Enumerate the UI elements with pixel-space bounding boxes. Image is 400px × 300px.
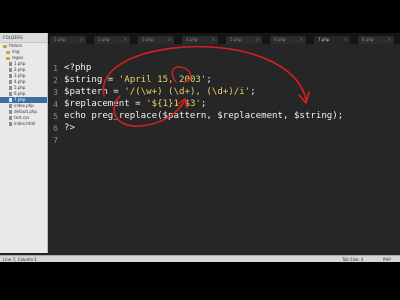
code-token: $pattern: [64, 87, 108, 97]
close-icon[interactable]: ×: [344, 36, 347, 44]
letterbox-bottom: [0, 262, 400, 300]
tree-item-label: index.php: [14, 103, 34, 108]
editor-tab[interactable]: 2.php ×: [94, 36, 130, 44]
folder-icon: [3, 44, 7, 48]
editor-tab[interactable]: 5.php ×: [226, 36, 262, 44]
close-icon[interactable]: ×: [80, 36, 83, 44]
line-number: 6: [53, 124, 58, 133]
file-icon: [9, 92, 12, 96]
tab-label: 3.php: [142, 37, 154, 42]
tree-item-label: htdocs: [9, 43, 23, 48]
code-token: $replacement: [64, 99, 130, 109]
tree-item-label: img: [12, 49, 20, 54]
file-icon: [9, 80, 12, 84]
tab-label: 5.php: [230, 37, 242, 42]
editor-tab[interactable]: 4.php ×: [182, 36, 218, 44]
file-icon: [9, 86, 12, 90]
code-editor[interactable]: 1 2 3 4 5 6 7 <?php $string = 'April 15, 2003';…: [48, 44, 400, 254]
file-icon: [9, 104, 12, 108]
video-frame: FOLDERS htdocs img regex 1.php 2.php 3.php 4.p…: [0, 0, 400, 300]
tree-item-label: 7.php: [14, 97, 26, 102]
code-token: =: [107, 87, 125, 97]
line-number: 1: [53, 64, 58, 73]
tree-item-label: regex: [12, 55, 24, 60]
code-token: $string: [64, 75, 103, 85]
file-icon: [9, 74, 12, 78]
close-icon[interactable]: ×: [256, 36, 259, 44]
folder-icon: [6, 50, 10, 54]
line-number: 3: [53, 88, 58, 97]
line-number: 7: [53, 136, 58, 145]
tree-item-label: 3.php: [14, 73, 26, 78]
file-icon: [9, 68, 12, 72]
code-token: '/(\w+) (\d+), (\d+)/i': [124, 87, 251, 97]
folder-icon: [6, 56, 10, 60]
code-token: echo preg_replace($pattern, $replacement…: [64, 111, 344, 121]
tree-item-label: 4.php: [14, 79, 26, 84]
tab-label: 8.php: [362, 37, 374, 42]
tree-item-label: 5.php: [14, 85, 26, 90]
file-tree: htdocs img regex 1.php 2.php 3.php 4.php 5.php 6…: [0, 43, 47, 127]
code-line[interactable]: ?>: [64, 123, 75, 133]
line-number: 2: [53, 76, 58, 85]
code-line[interactable]: <?php: [64, 63, 91, 73]
line-number: 4: [53, 100, 58, 109]
sidebar-header: FOLDERS: [0, 33, 47, 43]
tab-label: 1.php: [54, 37, 66, 42]
file-icon: [9, 110, 12, 114]
tab-label: 2.php: [98, 37, 110, 42]
tab-bar: 1.php × 2.php × 3.php × 4.php × 5.php × 6.php × 7.ph…: [48, 33, 400, 44]
editor-tab[interactable]: 7.php ×: [314, 36, 350, 44]
code-token: =: [102, 75, 119, 85]
line-number-gutter: 1 2 3 4 5 6 7: [48, 44, 62, 254]
tree-item-label: 1.php: [14, 61, 26, 66]
tab-label: 7.php: [318, 37, 330, 42]
editor-tab[interactable]: 3.php ×: [138, 36, 174, 44]
code-token: <?php: [64, 63, 92, 73]
tree-item-label: 2.php: [14, 67, 26, 72]
close-icon[interactable]: ×: [388, 36, 391, 44]
tree-item-label: default.php: [14, 109, 37, 114]
file-icon: [9, 116, 12, 120]
close-icon[interactable]: ×: [168, 36, 171, 44]
code-line[interactable]: $pattern = '/(\w+) (\d+), (\d+)/i';: [64, 87, 256, 97]
sidebar: FOLDERS htdocs img regex 1.php 2.php 3.php 4.p…: [0, 33, 48, 253]
code-token: ;: [250, 87, 256, 97]
close-icon[interactable]: ×: [300, 36, 303, 44]
editor-tab[interactable]: 8.php ×: [358, 36, 394, 44]
file-icon: [9, 122, 12, 126]
code-line[interactable]: $string = 'April 15, 2003';: [64, 75, 212, 85]
code-token: ?>: [64, 123, 75, 133]
editor-tab[interactable]: 6.php ×: [270, 36, 306, 44]
tree-item-label: index.html: [14, 121, 36, 126]
close-icon[interactable]: ×: [212, 36, 215, 44]
code-token: 'April 15, 2003': [118, 75, 207, 85]
code-token: =: [129, 99, 147, 109]
code-token: ;: [206, 75, 212, 85]
code-line[interactable]: $replacement = '${1}1,$3';: [64, 99, 206, 109]
tree-item-label: test.css: [14, 115, 30, 120]
code-token: ;: [200, 99, 207, 109]
tree-item-label: 6.php: [14, 91, 26, 96]
tab-label: 4.php: [186, 37, 198, 42]
file-icon: [9, 98, 12, 102]
close-icon[interactable]: ×: [124, 36, 127, 44]
tab-label: 6.php: [274, 37, 286, 42]
editor-window: FOLDERS htdocs img regex 1.php 2.php 3.php 4.p…: [0, 33, 400, 263]
code-token: '${1}1,$3': [146, 99, 201, 109]
editor-tab[interactable]: 1.php ×: [50, 36, 86, 44]
file-icon: [9, 62, 12, 66]
code-line[interactable]: echo preg_replace($pattern, $replacement…: [64, 111, 343, 121]
file-item[interactable]: index.html: [0, 121, 47, 127]
line-number: 5: [53, 112, 58, 121]
letterbox-top: [0, 0, 400, 33]
